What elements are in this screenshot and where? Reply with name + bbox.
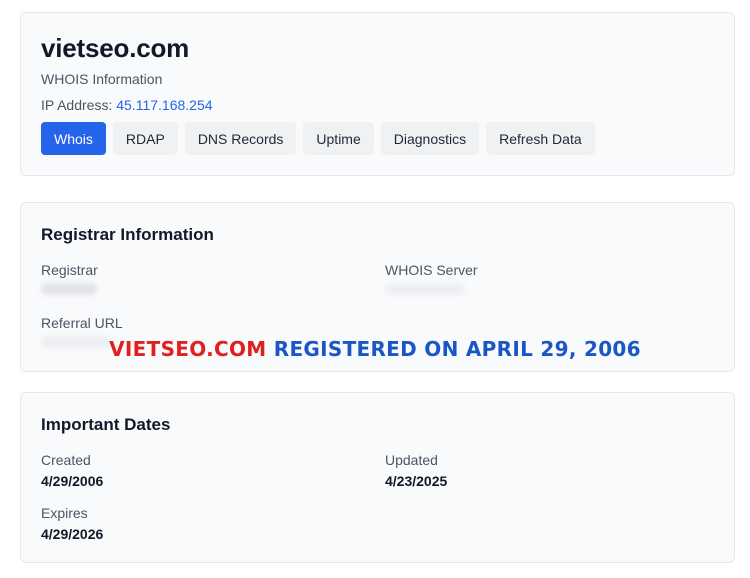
tab-dns-records[interactable]: DNS Records: [184, 122, 297, 155]
ip-address-link[interactable]: 45.117.168.254: [116, 97, 212, 113]
tab-whois[interactable]: Whois: [41, 122, 106, 155]
tab-uptime[interactable]: Uptime: [303, 122, 374, 155]
tab-diagnostics[interactable]: Diagnostics: [380, 122, 480, 155]
created-value: 4/29/2006: [41, 473, 104, 489]
page-title: vietseo.com: [41, 33, 190, 63]
domain-header-card: vietseo.com WHOIS Information IP Address…: [20, 12, 735, 176]
tab-bar: Whois RDAP DNS Records Uptime Diagnostic…: [41, 122, 595, 155]
page-subtitle: WHOIS Information: [41, 71, 163, 87]
updated-value: 4/23/2025: [385, 473, 448, 489]
referral-url-label: Referral URL: [41, 315, 123, 331]
dates-section-title: Important Dates: [41, 415, 171, 434]
tab-refresh-data[interactable]: Refresh Data: [486, 122, 595, 155]
updated-label: Updated: [385, 452, 438, 468]
important-dates-card: Important Dates Created 4/29/2006 Update…: [20, 392, 735, 563]
registration-overlay-caption: VIETSEO.COM REGISTERED ON APRIL 29, 2006: [0, 337, 750, 361]
overlay-domain: VIETSEO.COM: [109, 337, 267, 361]
registrar-label: Registrar: [41, 262, 98, 278]
ip-address-label: IP Address:: [41, 97, 113, 113]
expires-value: 4/29/2026: [41, 526, 104, 542]
whois-server-label: WHOIS Server: [385, 262, 478, 278]
ip-address-line: IP Address: 45.117.168.254: [41, 97, 213, 113]
tab-rdap[interactable]: RDAP: [112, 122, 178, 155]
registrar-value-redacted: [41, 283, 97, 295]
registrar-section-title: Registrar Information: [41, 225, 214, 244]
expires-label: Expires: [41, 505, 88, 521]
whois-server-value-redacted: [385, 283, 465, 295]
created-label: Created: [41, 452, 91, 468]
overlay-registered-text: REGISTERED ON APRIL 29, 2006: [266, 337, 641, 361]
